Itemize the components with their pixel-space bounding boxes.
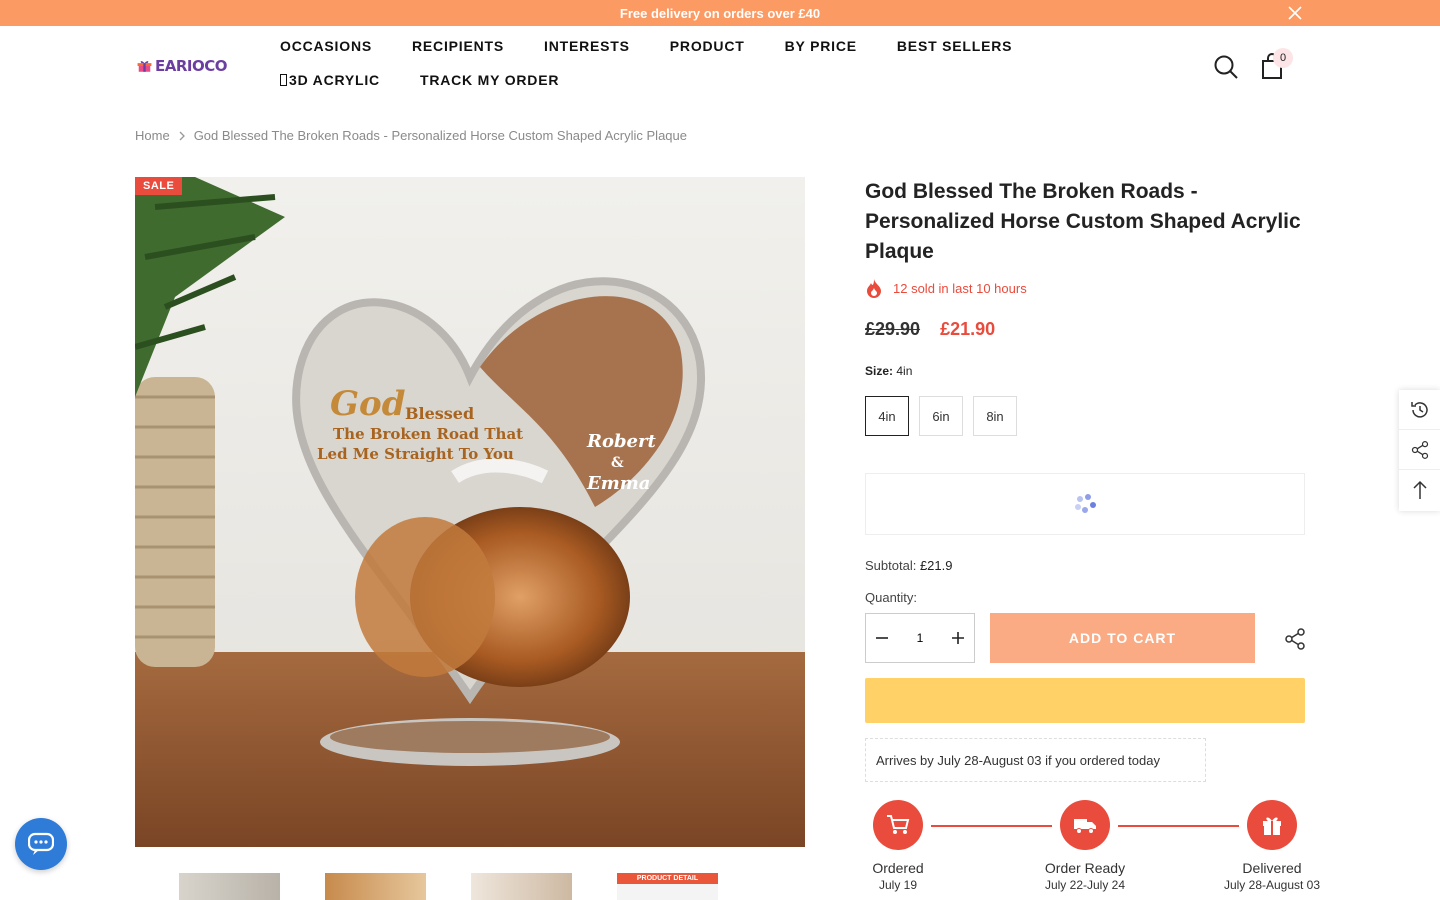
main-nav: OCCASIONS RECIPIENTS INTERESTS PRODUCT B…: [280, 38, 1160, 88]
gift-logo-icon: [137, 61, 152, 72]
cart-count-badge: 0: [1273, 48, 1293, 68]
thumbnail-3[interactable]: [471, 873, 572, 900]
missing-glyph-icon: [280, 74, 287, 86]
timeline-date: July 28-August 03: [1223, 878, 1321, 892]
share-icon: [1411, 440, 1428, 459]
acrylic-plaque-illustration: God Blessed The Broken Road That Led Me …: [135, 177, 805, 847]
delivery-estimate: Arrives by July 28-August 03 if you orde…: [865, 738, 1206, 782]
plaque-amp-text: &: [611, 455, 624, 471]
thumbnail-2[interactable]: [325, 873, 426, 900]
nav-3d-acrylic[interactable]: 3D ACRYLIC: [280, 72, 380, 88]
plaque-line2-text: The Broken Road That: [333, 425, 523, 443]
price-original: £29.90: [865, 319, 921, 339]
nav-3d-acrylic-label: 3D ACRYLIC: [289, 72, 380, 88]
nav-occasions[interactable]: OCCASIONS: [280, 38, 372, 54]
plaque-name2-text: Emma: [586, 473, 650, 494]
timeline-label: Ordered: [872, 860, 924, 876]
product-title: God Blessed The Broken Roads - Personali…: [865, 180, 1301, 263]
timeline-step-order-ready: Order Ready July 22-July 24: [1025, 800, 1145, 892]
close-icon[interactable]: [1286, 4, 1304, 22]
nav-product[interactable]: PRODUCT: [670, 38, 745, 54]
express-checkout-button[interactable]: [865, 678, 1305, 723]
quantity-label: Quantity:: [865, 590, 918, 605]
gift-icon: [1247, 800, 1297, 850]
subtotal: Subtotal: £21.9: [865, 558, 953, 573]
history-icon: [1410, 401, 1428, 418]
announcement-bar: Free delivery on orders over £40: [0, 0, 1440, 26]
search-icon[interactable]: [1213, 54, 1239, 80]
plaque-blessed-text: Blessed: [405, 404, 474, 423]
chat-button[interactable]: [15, 818, 67, 870]
plaque-god-text: God: [330, 384, 406, 424]
timeline-step-ordered: Ordered July 19: [838, 800, 958, 892]
thumbnail-4[interactable]: PRODUCT DETAIL: [617, 873, 718, 900]
fire-icon: [867, 279, 881, 298]
timeline-date: July 19: [878, 878, 918, 892]
timeline-label: Order Ready: [1044, 860, 1126, 876]
size-option-4in[interactable]: 4in: [865, 396, 909, 436]
delivery-timeline: Ordered July 19 Order Ready July 22-July…: [865, 800, 1335, 900]
size-label-text: Size:: [865, 364, 894, 378]
breadcrumb: Home God Blessed The Broken Roads - Pers…: [135, 128, 687, 143]
price-block: £29.90 £21.90: [865, 319, 995, 340]
sold-counter: 12 sold in last 10 hours: [865, 278, 1027, 298]
breadcrumb-home[interactable]: Home: [135, 128, 170, 143]
side-toolbar: [1399, 390, 1440, 511]
share-icon[interactable]: [1283, 627, 1307, 651]
thumbnail-product-detail-banner: PRODUCT DETAIL: [617, 873, 718, 884]
size-option-6in[interactable]: 6in: [919, 396, 963, 436]
size-option-8in[interactable]: 8in: [973, 396, 1017, 436]
timeline-step-delivered: Delivered July 28-August 03: [1212, 800, 1332, 892]
nav-track-order[interactable]: TRACK MY ORDER: [420, 72, 559, 88]
plaque-line3-text: Led Me Straight To You: [317, 445, 514, 463]
quantity-increase-button[interactable]: [948, 628, 968, 648]
subtotal-label: Subtotal:: [865, 558, 917, 573]
cart-icon: [873, 800, 923, 850]
thumbnail-1[interactable]: [179, 873, 280, 900]
size-selected-value: 4in: [896, 364, 913, 378]
subtotal-value: £21.9: [919, 558, 953, 573]
logo[interactable]: EARIOCO: [137, 51, 228, 81]
add-to-cart-button[interactable]: ADD TO CART: [990, 613, 1255, 663]
side-share-button[interactable]: [1399, 430, 1440, 470]
personalization-loader: [865, 473, 1305, 535]
price-sale: £21.90: [940, 319, 996, 339]
quantity-stepper: [865, 613, 975, 663]
size-options: 4in 6in 8in: [865, 396, 1017, 436]
thumbnail-strip: PRODUCT DETAIL: [179, 873, 718, 900]
chevron-right-icon: [179, 131, 185, 140]
sold-text: 12 sold in last 10 hours: [893, 280, 1027, 296]
minus-icon: [876, 637, 888, 639]
breadcrumb-current: God Blessed The Broken Roads - Personali…: [193, 128, 687, 143]
truck-icon: [1060, 800, 1110, 850]
timeline-label: Delivered: [1242, 860, 1302, 876]
logo-text: EARIOCO: [155, 57, 228, 75]
arrow-up-icon: [1412, 480, 1427, 499]
nav-interests[interactable]: INTERESTS: [544, 38, 630, 54]
nav-recipients[interactable]: RECIPIENTS: [412, 38, 504, 54]
nav-by-price[interactable]: BY PRICE: [785, 38, 857, 54]
quantity-decrease-button[interactable]: [872, 628, 892, 648]
quantity-input[interactable]: [905, 631, 935, 645]
back-to-top-button[interactable]: [1399, 470, 1440, 510]
loading-spinner-icon: [1075, 494, 1096, 513]
site-header: EARIOCO OCCASIONS RECIPIENTS INTERESTS P…: [0, 26, 1440, 116]
product-main-image[interactable]: God Blessed The Broken Road That Led Me …: [135, 177, 805, 847]
timeline-date: July 22-July 24: [1044, 878, 1126, 892]
announcement-text: Free delivery on orders over £40: [619, 5, 821, 21]
chat-bubble-icon: [28, 832, 54, 855]
sale-badge: SALE: [135, 177, 183, 195]
recently-viewed-button[interactable]: [1399, 390, 1440, 430]
nav-best-sellers[interactable]: BEST SELLERS: [897, 38, 1012, 54]
plaque-name1-text: Robert: [586, 431, 656, 452]
plus-icon: [952, 632, 964, 644]
size-label: Size: 4in: [865, 364, 912, 378]
